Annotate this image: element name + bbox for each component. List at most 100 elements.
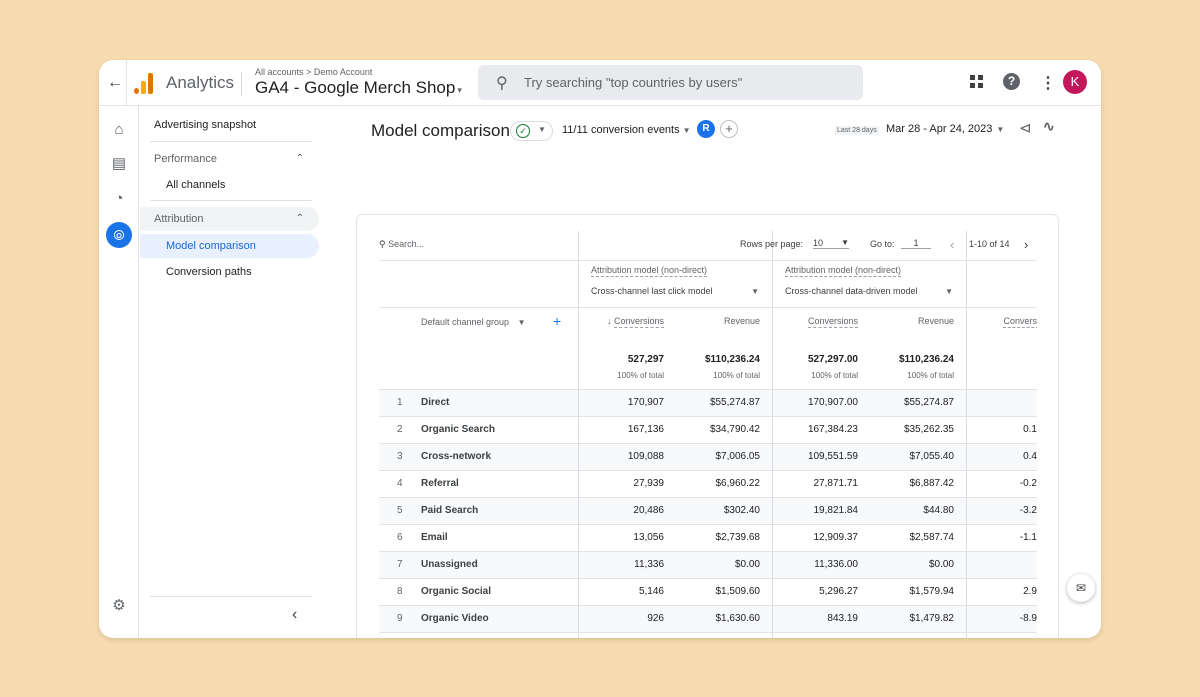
feedback-icon[interactable]: ✉ xyxy=(1067,574,1095,602)
channel-name[interactable]: Organic Social xyxy=(421,586,491,597)
metric-value: $1,630.60 xyxy=(715,613,761,624)
section-label: Attribution xyxy=(154,213,204,225)
goto-input[interactable]: 1 xyxy=(901,238,931,249)
analytics-logo-icon[interactable] xyxy=(134,72,154,94)
breadcrumb[interactable]: All accounts > Demo Account xyxy=(255,67,372,77)
home-icon[interactable]: ⌂ xyxy=(109,120,129,140)
row-divider xyxy=(578,260,1037,261)
share-icon[interactable]: ⊲ xyxy=(1019,119,1032,137)
metric-value: 926 xyxy=(647,613,664,624)
conversion-events-selector[interactable]: 11/11 conversion events ▼ xyxy=(562,124,691,136)
search-icon: ⚲ xyxy=(379,239,386,249)
chevron-up-icon: ⌃ xyxy=(295,213,304,224)
caret-down-icon: ▼ xyxy=(517,318,526,327)
rows-per-page-select[interactable]: 10 ▼ xyxy=(813,238,849,249)
metric-value: $1,579.94 xyxy=(909,586,955,597)
collapse-chevron-left-icon[interactable]: ‹ xyxy=(292,606,297,624)
row-divider xyxy=(379,632,1037,633)
sidebar-item-model-comparison[interactable]: Model comparison xyxy=(140,234,319,258)
metric-header[interactable]: Conversions xyxy=(807,316,858,328)
channel-name[interactable]: Direct xyxy=(421,397,449,408)
apps-grid-icon[interactable] xyxy=(970,75,983,88)
metric-header[interactable]: Revenue xyxy=(918,316,954,326)
row-divider xyxy=(379,443,1037,444)
total-value: 527,297 xyxy=(627,354,664,365)
metric-value: 109,088 xyxy=(627,451,664,462)
total-sublabel: 100% of total xyxy=(713,371,760,380)
row-index: 2 xyxy=(397,424,403,435)
search-bar[interactable]: ⚲ Try searching "top countries by users" xyxy=(478,65,863,100)
metric-value: $1,509.60 xyxy=(715,586,761,597)
sidebar-section-performance[interactable]: Performance ⌃ xyxy=(140,147,319,171)
sort-arrow-down-icon: ↓ xyxy=(606,316,614,326)
caret-down-icon: ▾ xyxy=(457,85,462,95)
sidebar-item-all-channels[interactable]: All channels xyxy=(140,173,319,197)
column-divider xyxy=(966,231,967,638)
breadcrumb-root[interactable]: All accounts xyxy=(255,67,304,77)
breadcrumb-account[interactable]: Demo Account xyxy=(314,67,373,77)
sidebar-item-advertising-snapshot[interactable]: Advertising snapshot xyxy=(140,113,319,137)
metric-header[interactable]: Revenue xyxy=(724,316,760,326)
row-index: 3 xyxy=(397,451,403,462)
table-search[interactable]: ⚲ Search... xyxy=(379,239,424,250)
column-divider xyxy=(578,231,579,638)
add-dimension-icon[interactable]: + xyxy=(553,313,561,329)
settings-gear-icon[interactable]: ⚙ xyxy=(109,596,129,616)
channel-name[interactable]: Unassigned xyxy=(421,559,478,570)
chevron-left-icon[interactable]: ‹ xyxy=(950,237,954,252)
report-card: ⚲ Search... Rows per page: 10 ▼ Go to: 1 ‹ 1-10… xyxy=(356,214,1059,638)
comparison-badge[interactable]: R xyxy=(697,120,715,138)
date-range-picker[interactable]: Mar 28 - Apr 24, 2023 ▼ xyxy=(886,123,1004,135)
avatar[interactable]: K xyxy=(1063,70,1087,94)
metric-value: $55,274.87 xyxy=(903,397,954,408)
analytics-window: ← Analytics All accounts > Demo Account … xyxy=(99,60,1101,638)
report-status-chip[interactable]: ✓ ▼ xyxy=(510,121,553,141)
channel-name[interactable]: Cross-network xyxy=(421,451,491,462)
attribution-model-select[interactable]: Cross-channel last click model ▼ xyxy=(591,286,759,296)
back-arrow-icon[interactable]: ← xyxy=(105,73,125,93)
reports-icon[interactable]: ▤ xyxy=(109,154,129,174)
dimension-selector[interactable]: Default channel group ▼ xyxy=(421,317,526,327)
channel-name[interactable]: Paid Search xyxy=(421,505,478,516)
insights-icon[interactable]: ∿ xyxy=(1043,118,1055,135)
add-comparison-icon[interactable]: + xyxy=(720,120,738,138)
data-table: ⚲ Search... Rows per page: 10 ▼ Go to: 1 ‹ 1-10… xyxy=(379,231,1037,638)
metric-value: $55,274.87 xyxy=(709,397,760,408)
row-index: 8 xyxy=(397,586,403,597)
row-divider xyxy=(379,389,1037,390)
metric-value: $6,887.42 xyxy=(909,478,955,489)
more-vert-icon[interactable]: ⋮ xyxy=(1040,73,1056,93)
advertising-icon[interactable]: ⦾ xyxy=(106,222,132,248)
channel-name[interactable]: Organic Video xyxy=(421,613,489,624)
sidebar-item-conversion-paths[interactable]: Conversion paths xyxy=(140,260,319,284)
channel-name[interactable]: Email xyxy=(421,532,448,543)
caret-down-icon: ▼ xyxy=(841,238,849,247)
channel-name[interactable]: Referral xyxy=(421,478,459,489)
property-name: GA4 - Google Merch Shop xyxy=(255,78,456,97)
events-label: 11/11 conversion events xyxy=(562,124,680,136)
row-index: 1 xyxy=(397,397,403,408)
explore-icon[interactable]: ◔ xyxy=(109,189,129,209)
caret-down-icon: ▼ xyxy=(538,125,546,134)
row-index: 6 xyxy=(397,532,403,543)
help-icon[interactable]: ? xyxy=(1003,73,1020,90)
metric-value: -3.2 xyxy=(1019,505,1037,516)
row-divider xyxy=(379,524,1037,525)
chevron-right-icon[interactable]: › xyxy=(1024,237,1028,252)
row-divider xyxy=(379,416,1037,417)
divider xyxy=(150,141,312,142)
metric-value: $44.80 xyxy=(923,505,954,516)
divider xyxy=(150,596,312,597)
property-selector[interactable]: GA4 - Google Merch Shop ▾ xyxy=(255,78,462,98)
sidebar: Advertising snapshot Performance ⌃ All c… xyxy=(140,106,320,638)
channel-name[interactable]: Organic Search xyxy=(421,424,495,435)
metric-value: 167,384.23 xyxy=(807,424,858,435)
metric-header[interactable]: ↓ Conversions xyxy=(606,316,664,328)
metric-header[interactable]: Conversi xyxy=(1003,316,1037,328)
table-search-placeholder: Search... xyxy=(388,239,425,249)
metric-value: 11,336 xyxy=(634,559,664,570)
attribution-model-select[interactable]: Cross-channel data-driven model ▼ xyxy=(785,286,953,296)
metric-value: 109,551.59 xyxy=(807,451,858,462)
sidebar-section-attribution[interactable]: Attribution ⌃ xyxy=(140,207,319,231)
attribution-model-label: Attribution model (non-direct) xyxy=(591,265,708,277)
